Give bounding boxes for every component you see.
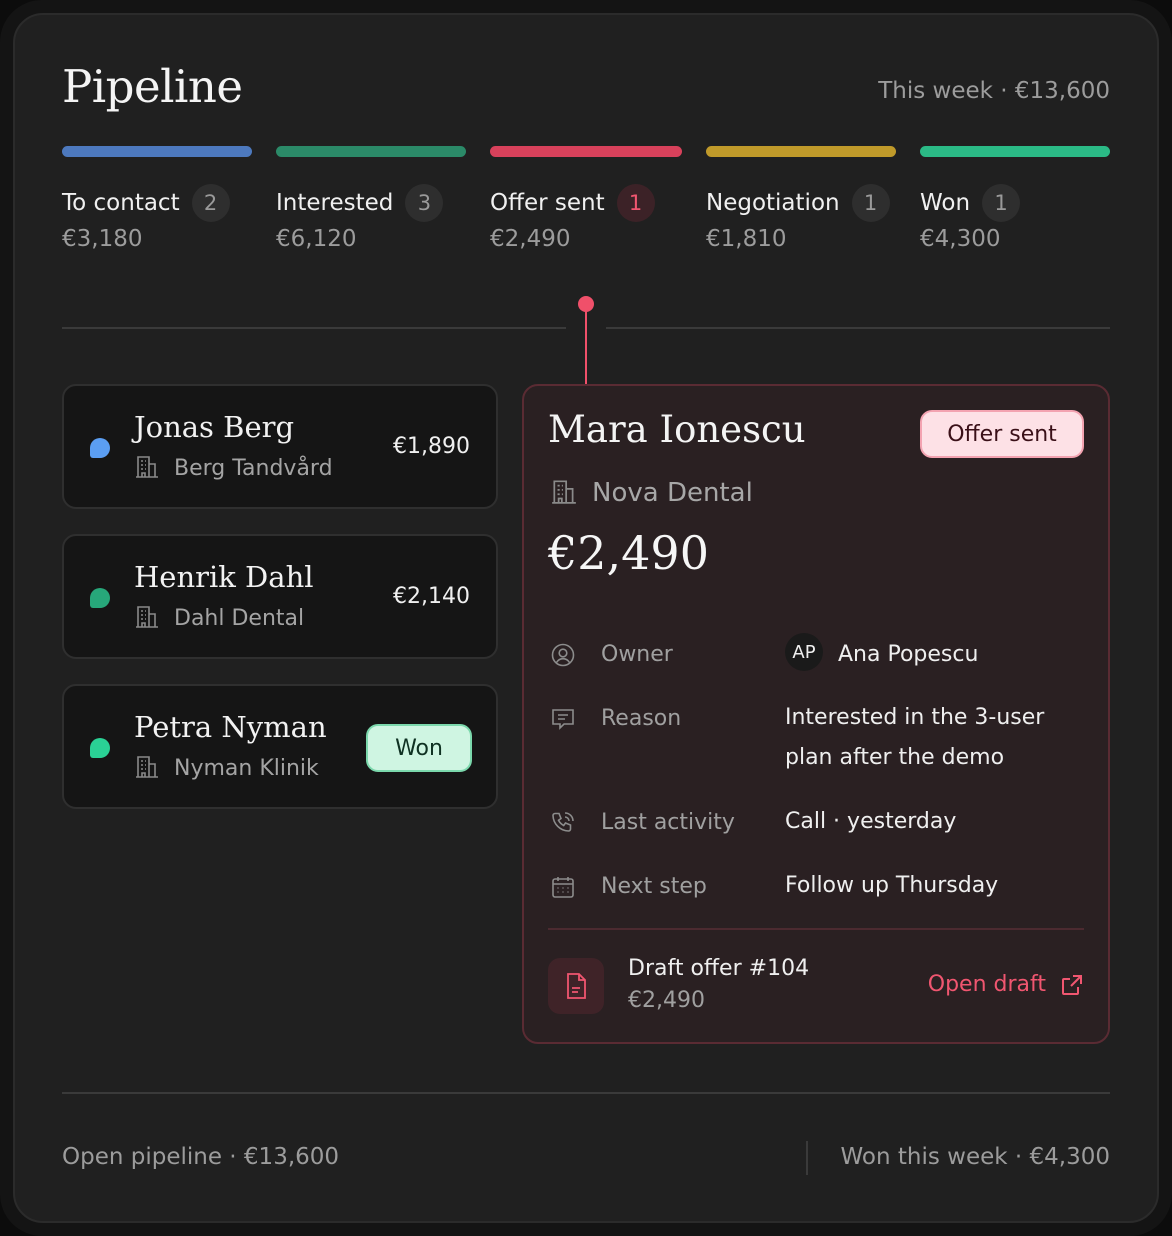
section-divider (606, 327, 1110, 329)
open-draft-link[interactable]: Open draft (928, 972, 1084, 997)
stage-bar (490, 146, 682, 157)
deal-detail-card: Mara Ionescu Offer sent Nova Dental €2,4… (522, 384, 1110, 1044)
detail-amount: €2,490 (548, 526, 709, 580)
field-label: Reason (601, 706, 682, 731)
stage-label: Interested (276, 190, 394, 216)
week-summary: This week · €13,600 (878, 78, 1110, 104)
footer-separator (806, 1141, 808, 1175)
footer-divider (62, 1092, 1110, 1094)
stage-offer-sent[interactable]: Offer sent 1 €2,490 (490, 146, 682, 266)
stage-color-dot (90, 738, 110, 758)
stage-color-dot (90, 438, 110, 458)
stage-label: Offer sent (490, 190, 605, 216)
stage-count-badge: 1 (616, 184, 655, 222)
reason-value: Interested in the 3-user plan after the … (785, 705, 1045, 770)
stage-color-dot (90, 588, 110, 608)
draft-offer-title: Draft offer #104 (628, 956, 810, 981)
won-this-week-total: Won this week · €4,300 (840, 1144, 1110, 1170)
stage-to-contact[interactable]: To contact 2 €3,180 (62, 146, 252, 266)
stage-interested[interactable]: Interested 3 €6,120 (276, 146, 466, 266)
stage-amount: €6,120 (276, 226, 357, 252)
building-icon (134, 754, 160, 782)
stage-amount: €2,490 (490, 226, 571, 252)
selected-stage-connector-line (585, 306, 587, 384)
stage-count-badge: 1 (982, 184, 1021, 222)
stage-amount: €1,810 (706, 226, 787, 252)
external-link-icon (1062, 974, 1082, 995)
avatar: AP (785, 633, 823, 671)
building-icon (134, 604, 160, 632)
deal-card-jonas-berg[interactable]: Jonas Berg Berg Tandvård €1,890 (62, 384, 498, 509)
stage-count-badge: 3 (405, 184, 444, 222)
deal-contact-name: Jonas Berg (134, 410, 295, 444)
won-status-badge: Won (366, 724, 472, 772)
draft-offer-amount: €2,490 (628, 988, 705, 1013)
stage-bar (276, 146, 466, 157)
stage-count-badge: 2 (191, 184, 230, 222)
owner-name: Ana Popescu (838, 642, 979, 667)
building-icon (550, 478, 578, 508)
message-icon (550, 706, 576, 732)
building-icon (134, 454, 160, 482)
last-activity-value: Call · yesterday (785, 809, 957, 834)
stage-bar (920, 146, 1110, 157)
user-circle-icon (550, 642, 576, 668)
next-step-value: Follow up Thursday (785, 873, 999, 898)
deal-card-petra-nyman[interactable]: Petra Nyman Nyman Klinik Won (62, 684, 498, 809)
field-label: Next step (601, 874, 707, 899)
stage-negotiation[interactable]: Negotiation 1 €1,810 (706, 146, 896, 266)
field-label: Last activity (601, 810, 735, 835)
detail-contact-name: Mara Ionescu (548, 408, 806, 451)
stage-label: Negotiation (706, 190, 840, 216)
offer-sent-status-badge: Offer sent (920, 410, 1084, 458)
deal-company-name: Nyman Klinik (174, 755, 319, 781)
stage-bar (706, 146, 896, 157)
stage-label: Won (920, 190, 971, 216)
open-draft-label: Open draft (927, 972, 1046, 997)
page-title: Pipeline (62, 60, 243, 113)
stage-label: To contact (62, 190, 180, 216)
stage-amount: €3,180 (62, 226, 143, 252)
document-icon (548, 958, 604, 1014)
deal-company-name: Berg Tandvård (174, 455, 333, 481)
stage-won[interactable]: Won 1 €4,300 (920, 146, 1110, 266)
detail-company-name: Nova Dental (592, 478, 753, 508)
stage-tabs: To contact 2 €3,180 Interested 3 €6,120 … (62, 146, 1110, 266)
deal-card-henrik-dahl[interactable]: Henrik Dahl Dahl Dental €2,140 (62, 534, 498, 659)
detail-divider (548, 928, 1084, 930)
stage-bar (62, 146, 252, 157)
open-pipeline-total: Open pipeline · €13,600 (62, 1144, 340, 1170)
phone-call-icon (550, 810, 576, 836)
calendar-icon (550, 874, 576, 900)
deal-company-name: Dahl Dental (174, 605, 305, 631)
deal-amount: €2,140 (393, 584, 470, 609)
field-label: Owner (601, 642, 673, 667)
deal-amount: €1,890 (393, 434, 470, 459)
deal-contact-name: Henrik Dahl (134, 560, 314, 594)
section-divider (62, 327, 566, 329)
stage-amount: €4,300 (920, 226, 1001, 252)
stage-count-badge: 1 (851, 184, 890, 222)
deal-contact-name: Petra Nyman (134, 710, 327, 744)
